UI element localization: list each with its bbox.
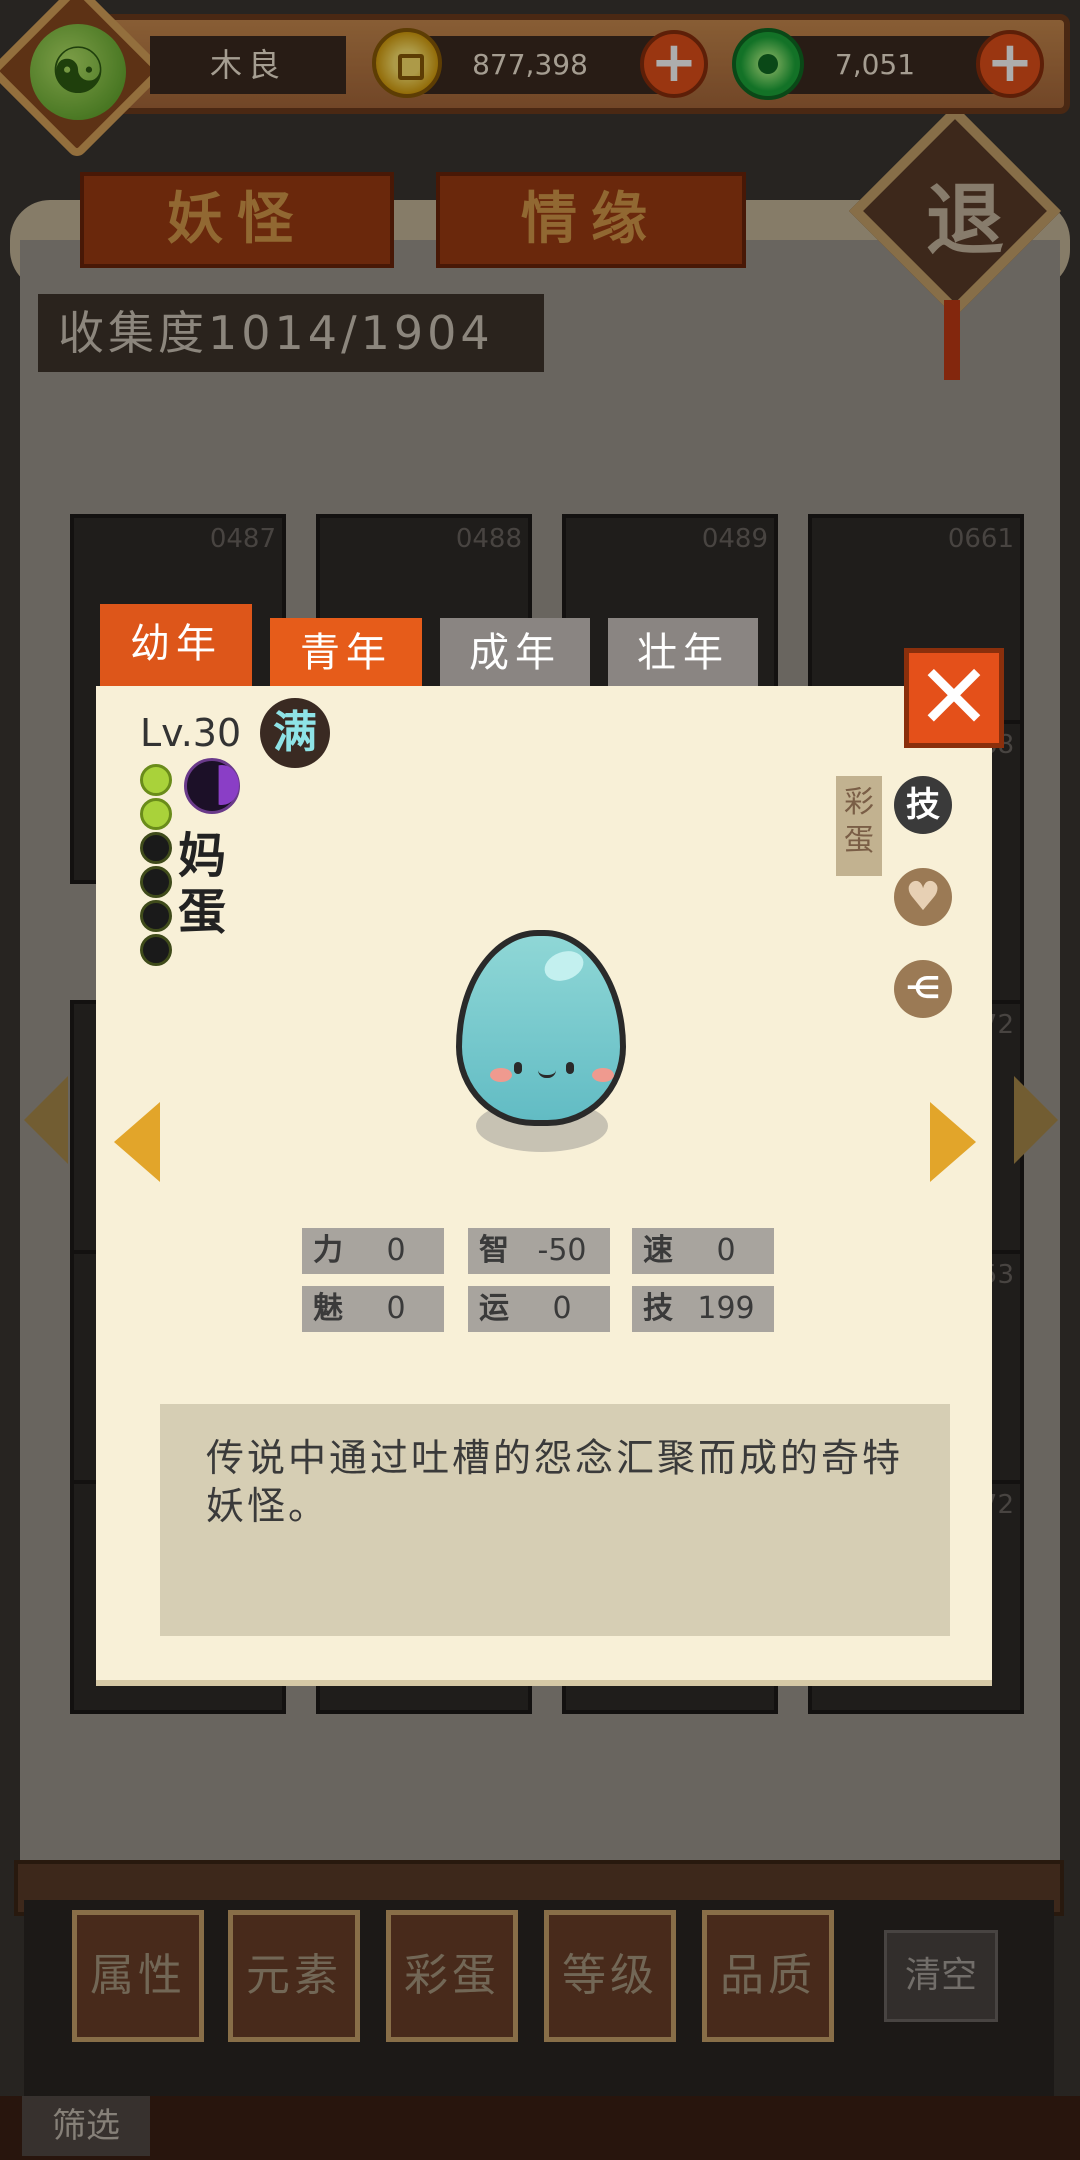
tab-age-youth[interactable]: 青年 [270,618,422,688]
egg-eye [514,1062,522,1074]
share-icon[interactable]: ⋲ [894,960,952,1018]
star-pip-icon [140,934,172,966]
stat-value: 0 [386,1291,406,1326]
monster-description: 传说中通过吐槽的怨念汇聚而成的奇特妖怪。 [206,1436,904,1528]
moon-element-icon [184,758,240,814]
close-icon[interactable]: ✕ [904,648,1004,748]
skill-icon[interactable]: 技 [894,776,952,834]
heart-icon[interactable]: ♥ [894,868,952,926]
stat-luck: 运0 [468,1286,610,1332]
egg-eye [566,1062,574,1074]
star-pip-icon [140,832,172,864]
stat-skill: 技 199 [632,1286,774,1332]
stat-value: -50 [537,1233,587,1268]
stat-label: 速 [643,1233,673,1268]
star-pip-icon [140,866,172,898]
prev-monster-arrow-icon[interactable] [114,1102,160,1182]
egg-blush [490,1068,512,1082]
tab-age-infant[interactable]: 幼年 [100,604,252,688]
star-pip-icon [140,764,172,796]
stat-value: 0 [716,1233,736,1268]
max-level-badge: 满 [260,698,330,768]
monster-level: Lv.30 [140,711,242,755]
stat-label: 力 [313,1233,343,1268]
easter-egg-tag: 彩蛋 [836,776,882,876]
stat-intellect: 智 -50 [468,1228,610,1274]
egg-blush [592,1068,614,1082]
stat-speed: 速0 [632,1228,774,1274]
next-monster-arrow-icon[interactable] [930,1102,976,1182]
tab-age-prime[interactable]: 壮年 [608,618,758,688]
stat-label: 技 [643,1291,673,1326]
star-pip-icon [140,900,172,932]
tab-age-adult[interactable]: 成年 [440,618,590,688]
stat-charm: 魅0 [302,1286,444,1332]
stat-label: 智 [479,1233,509,1268]
monster-name: 妈蛋 [178,828,227,940]
stat-label: 魅 [313,1291,343,1326]
stat-strength: 力0 [302,1228,444,1274]
stat-value: 199 [697,1291,755,1326]
stat-label: 运 [479,1291,509,1326]
star-pip-icon [140,798,172,830]
stat-value: 0 [552,1291,572,1326]
stat-value: 0 [386,1233,406,1268]
